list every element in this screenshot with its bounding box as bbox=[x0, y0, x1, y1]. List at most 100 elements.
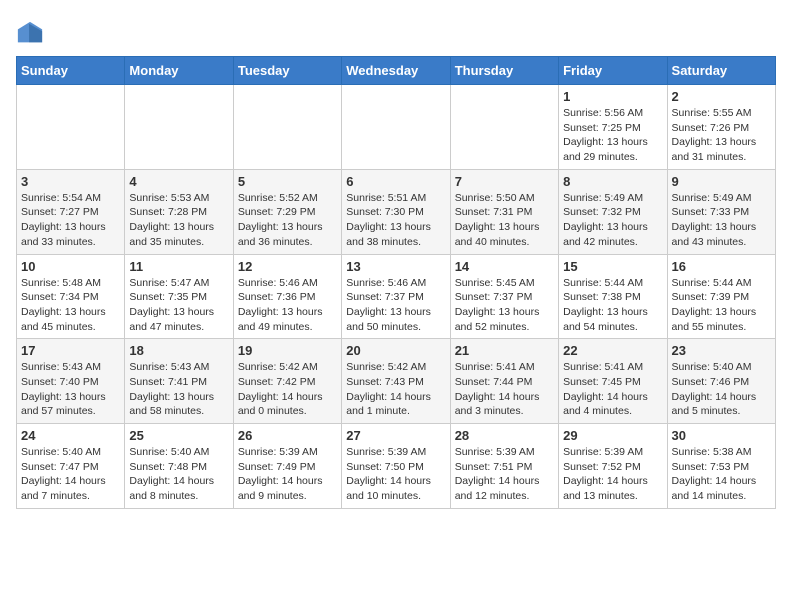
calendar-week-1: 1 Sunrise: 5:56 AM Sunset: 7:25 PM Daylig… bbox=[17, 85, 776, 170]
calendar-cell bbox=[233, 85, 341, 170]
day-number: 24 bbox=[21, 428, 120, 443]
calendar-cell: 15 Sunrise: 5:44 AM Sunset: 7:38 PM Dayli… bbox=[559, 254, 667, 339]
calendar-cell: 11 Sunrise: 5:47 AM Sunset: 7:35 PM Dayli… bbox=[125, 254, 233, 339]
day-number: 29 bbox=[563, 428, 662, 443]
calendar-header-row: SundayMondayTuesdayWednesdayThursdayFrid… bbox=[17, 57, 776, 85]
calendar-cell: 9Sunrise: 5:49 AM Sunset: 7:33 PM Daylig… bbox=[667, 169, 775, 254]
day-header-wednesday: Wednesday bbox=[342, 57, 450, 85]
logo bbox=[16, 20, 48, 48]
calendar-week-3: 10 Sunrise: 5:48 AM Sunset: 7:34 PM Dayli… bbox=[17, 254, 776, 339]
day-info: Sunrise: 5:43 AM Sunset: 7:41 PM Dayligh… bbox=[129, 360, 228, 419]
day-info: Sunrise: 5:45 AM Sunset: 7:37 PM Dayligh… bbox=[455, 276, 554, 335]
day-number: 21 bbox=[455, 343, 554, 358]
day-number: 7 bbox=[455, 174, 554, 189]
calendar-cell: 30 Sunrise: 5:38 AM Sunset: 7:53 PM Dayli… bbox=[667, 424, 775, 509]
day-number: 8 bbox=[563, 174, 662, 189]
page-header bbox=[16, 16, 776, 48]
calendar-cell: 24 Sunrise: 5:40 AM Sunset: 7:47 PM Dayli… bbox=[17, 424, 125, 509]
day-info: Sunrise: 5:40 AM Sunset: 7:47 PM Dayligh… bbox=[21, 445, 120, 504]
calendar-cell: 20Sunrise: 5:42 AM Sunset: 7:43 PM Dayli… bbox=[342, 339, 450, 424]
calendar-cell: 6 Sunrise: 5:51 AM Sunset: 7:30 PM Daylig… bbox=[342, 169, 450, 254]
calendar-week-5: 24 Sunrise: 5:40 AM Sunset: 7:47 PM Dayli… bbox=[17, 424, 776, 509]
calendar-cell: 4 Sunrise: 5:53 AM Sunset: 7:28 PM Daylig… bbox=[125, 169, 233, 254]
calendar-cell: 23Sunrise: 5:40 AM Sunset: 7:46 PM Dayli… bbox=[667, 339, 775, 424]
day-info: Sunrise: 5:44 AM Sunset: 7:39 PM Dayligh… bbox=[672, 276, 771, 335]
day-header-saturday: Saturday bbox=[667, 57, 775, 85]
day-info: Sunrise: 5:49 AM Sunset: 7:33 PM Dayligh… bbox=[672, 191, 771, 250]
day-number: 30 bbox=[672, 428, 771, 443]
day-header-thursday: Thursday bbox=[450, 57, 558, 85]
calendar-cell: 18 Sunrise: 5:43 AM Sunset: 7:41 PM Dayli… bbox=[125, 339, 233, 424]
day-number: 1 bbox=[563, 89, 662, 104]
day-number: 28 bbox=[455, 428, 554, 443]
day-number: 16 bbox=[672, 259, 771, 274]
calendar-cell: 17Sunrise: 5:43 AM Sunset: 7:40 PM Dayli… bbox=[17, 339, 125, 424]
logo-icon bbox=[16, 20, 44, 48]
calendar-cell: 3 Sunrise: 5:54 AM Sunset: 7:27 PM Daylig… bbox=[17, 169, 125, 254]
day-info: Sunrise: 5:42 AM Sunset: 7:43 PM Dayligh… bbox=[346, 360, 445, 419]
calendar-cell: 8 Sunrise: 5:49 AM Sunset: 7:32 PM Daylig… bbox=[559, 169, 667, 254]
calendar-cell: 12 Sunrise: 5:46 AM Sunset: 7:36 PM Dayli… bbox=[233, 254, 341, 339]
day-info: Sunrise: 5:41 AM Sunset: 7:44 PM Dayligh… bbox=[455, 360, 554, 419]
day-info: Sunrise: 5:48 AM Sunset: 7:34 PM Dayligh… bbox=[21, 276, 120, 335]
calendar-cell: 2 Sunrise: 5:55 AM Sunset: 7:26 PM Daylig… bbox=[667, 85, 775, 170]
day-info: Sunrise: 5:39 AM Sunset: 7:52 PM Dayligh… bbox=[563, 445, 662, 504]
day-header-monday: Monday bbox=[125, 57, 233, 85]
calendar-table: SundayMondayTuesdayWednesdayThursdayFrid… bbox=[16, 56, 776, 509]
calendar-cell: 25 Sunrise: 5:40 AM Sunset: 7:48 PM Dayli… bbox=[125, 424, 233, 509]
calendar-cell: 27 Sunrise: 5:39 AM Sunset: 7:50 PM Dayli… bbox=[342, 424, 450, 509]
day-info: Sunrise: 5:46 AM Sunset: 7:37 PM Dayligh… bbox=[346, 276, 445, 335]
calendar-cell: 26 Sunrise: 5:39 AM Sunset: 7:49 PM Dayli… bbox=[233, 424, 341, 509]
day-number: 2 bbox=[672, 89, 771, 104]
day-info: Sunrise: 5:40 AM Sunset: 7:48 PM Dayligh… bbox=[129, 445, 228, 504]
day-info: Sunrise: 5:50 AM Sunset: 7:31 PM Dayligh… bbox=[455, 191, 554, 250]
calendar-cell bbox=[17, 85, 125, 170]
calendar-cell: 7 Sunrise: 5:50 AM Sunset: 7:31 PM Daylig… bbox=[450, 169, 558, 254]
day-number: 13 bbox=[346, 259, 445, 274]
calendar-cell bbox=[450, 85, 558, 170]
day-number: 26 bbox=[238, 428, 337, 443]
calendar-cell: 19 Sunrise: 5:42 AM Sunset: 7:42 PM Dayli… bbox=[233, 339, 341, 424]
day-number: 14 bbox=[455, 259, 554, 274]
day-number: 19 bbox=[238, 343, 337, 358]
day-number: 4 bbox=[129, 174, 228, 189]
day-info: Sunrise: 5:41 AM Sunset: 7:45 PM Dayligh… bbox=[563, 360, 662, 419]
day-info: Sunrise: 5:39 AM Sunset: 7:50 PM Dayligh… bbox=[346, 445, 445, 504]
day-header-sunday: Sunday bbox=[17, 57, 125, 85]
day-info: Sunrise: 5:56 AM Sunset: 7:25 PM Dayligh… bbox=[563, 106, 662, 165]
day-info: Sunrise: 5:44 AM Sunset: 7:38 PM Dayligh… bbox=[563, 276, 662, 335]
day-number: 15 bbox=[563, 259, 662, 274]
calendar-cell: 16 Sunrise: 5:44 AM Sunset: 7:39 PM Dayli… bbox=[667, 254, 775, 339]
calendar-cell: 13 Sunrise: 5:46 AM Sunset: 7:37 PM Dayli… bbox=[342, 254, 450, 339]
day-number: 11 bbox=[129, 259, 228, 274]
calendar-cell: 14 Sunrise: 5:45 AM Sunset: 7:37 PM Dayli… bbox=[450, 254, 558, 339]
day-info: Sunrise: 5:47 AM Sunset: 7:35 PM Dayligh… bbox=[129, 276, 228, 335]
calendar-cell: 28 Sunrise: 5:39 AM Sunset: 7:51 PM Dayli… bbox=[450, 424, 558, 509]
day-header-friday: Friday bbox=[559, 57, 667, 85]
calendar-cell bbox=[342, 85, 450, 170]
day-number: 23 bbox=[672, 343, 771, 358]
day-info: Sunrise: 5:38 AM Sunset: 7:53 PM Dayligh… bbox=[672, 445, 771, 504]
day-info: Sunrise: 5:54 AM Sunset: 7:27 PM Dayligh… bbox=[21, 191, 120, 250]
day-info: Sunrise: 5:49 AM Sunset: 7:32 PM Dayligh… bbox=[563, 191, 662, 250]
day-number: 27 bbox=[346, 428, 445, 443]
calendar-cell bbox=[125, 85, 233, 170]
day-info: Sunrise: 5:42 AM Sunset: 7:42 PM Dayligh… bbox=[238, 360, 337, 419]
day-number: 5 bbox=[238, 174, 337, 189]
calendar-cell: 22Sunrise: 5:41 AM Sunset: 7:45 PM Dayli… bbox=[559, 339, 667, 424]
day-number: 10 bbox=[21, 259, 120, 274]
day-number: 18 bbox=[129, 343, 228, 358]
day-number: 6 bbox=[346, 174, 445, 189]
day-info: Sunrise: 5:39 AM Sunset: 7:49 PM Dayligh… bbox=[238, 445, 337, 504]
day-info: Sunrise: 5:51 AM Sunset: 7:30 PM Dayligh… bbox=[346, 191, 445, 250]
day-number: 12 bbox=[238, 259, 337, 274]
day-info: Sunrise: 5:55 AM Sunset: 7:26 PM Dayligh… bbox=[672, 106, 771, 165]
day-number: 3 bbox=[21, 174, 120, 189]
day-info: Sunrise: 5:43 AM Sunset: 7:40 PM Dayligh… bbox=[21, 360, 120, 419]
day-info: Sunrise: 5:53 AM Sunset: 7:28 PM Dayligh… bbox=[129, 191, 228, 250]
calendar-cell: 29 Sunrise: 5:39 AM Sunset: 7:52 PM Dayli… bbox=[559, 424, 667, 509]
day-number: 25 bbox=[129, 428, 228, 443]
day-info: Sunrise: 5:46 AM Sunset: 7:36 PM Dayligh… bbox=[238, 276, 337, 335]
calendar-cell: 10 Sunrise: 5:48 AM Sunset: 7:34 PM Dayli… bbox=[17, 254, 125, 339]
day-info: Sunrise: 5:39 AM Sunset: 7:51 PM Dayligh… bbox=[455, 445, 554, 504]
